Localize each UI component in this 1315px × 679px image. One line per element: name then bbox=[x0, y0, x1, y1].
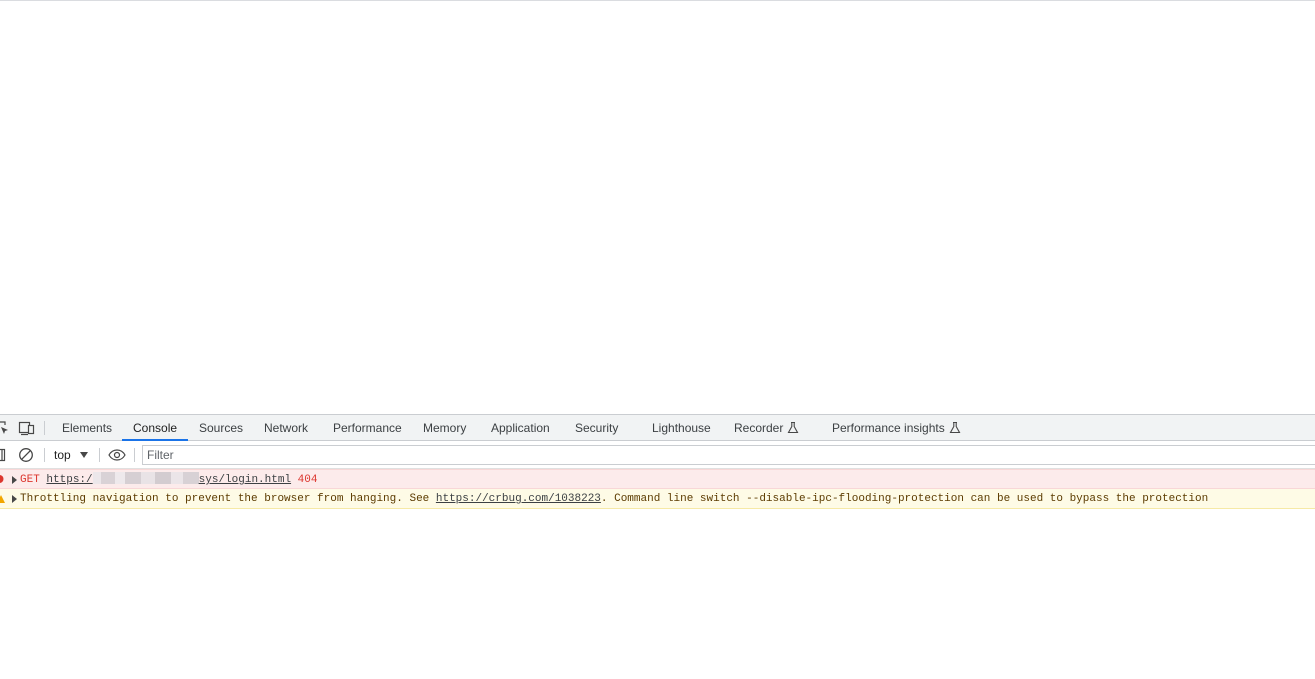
console-warning-message[interactable]: Throttling navigation to prevent the bro… bbox=[0, 489, 1315, 509]
console-filter-input[interactable] bbox=[142, 445, 1315, 465]
expand-triangle-icon[interactable] bbox=[12, 476, 17, 484]
tab-performance-insights[interactable]: Performance insights bbox=[832, 415, 961, 441]
warning-text-after: . Command line switch --disable-ipc-floo… bbox=[600, 493, 1209, 505]
live-expression-eye-icon[interactable] bbox=[108, 447, 126, 463]
page-viewport bbox=[0, 0, 1315, 414]
crbug-link[interactable]: https://crbug.com/1038223 bbox=[436, 493, 601, 505]
tab-recorder-label: Recorder bbox=[734, 421, 784, 435]
tab-recorder[interactable]: Recorder bbox=[734, 415, 799, 441]
warning-message-text: Throttling navigation to prevent the bro… bbox=[20, 489, 1209, 508]
sidebar-toggle-icon[interactable] bbox=[0, 447, 6, 463]
tab-application[interactable]: Application bbox=[491, 415, 550, 441]
request-method: GET bbox=[20, 474, 40, 486]
devtools-panel: Elements Console Sources Network Perform… bbox=[0, 414, 1315, 679]
console-error-message[interactable]: GET https:/ sys/login.html 404 bbox=[0, 469, 1315, 489]
warning-icon bbox=[0, 495, 5, 503]
tab-network[interactable]: Network bbox=[264, 415, 308, 441]
redacted-url-part bbox=[92, 472, 199, 485]
clear-console-icon[interactable] bbox=[18, 447, 34, 463]
inspect-element-icon[interactable] bbox=[0, 420, 10, 436]
devtools-tabbar: Elements Console Sources Network Perform… bbox=[0, 414, 1315, 441]
error-message-text: GET https:/ sys/login.html 404 bbox=[20, 470, 318, 488]
error-icon bbox=[0, 475, 4, 483]
device-toolbar-icon[interactable] bbox=[18, 420, 36, 436]
experiment-flask-icon bbox=[787, 421, 799, 433]
console-messages: GET https:/ sys/login.html 404 Throttling… bbox=[0, 469, 1315, 679]
expand-triangle-icon[interactable] bbox=[12, 495, 17, 503]
tab-memory[interactable]: Memory bbox=[423, 415, 466, 441]
request-url-link[interactable]: https:/ sys/login.html bbox=[46, 472, 292, 486]
experiment-flask-icon bbox=[949, 421, 961, 433]
toolbar-separator bbox=[44, 448, 45, 462]
tab-sources[interactable]: Sources bbox=[199, 415, 243, 441]
tab-console[interactable]: Console bbox=[133, 415, 177, 441]
tabbar-separator bbox=[44, 421, 45, 435]
response-status: 404 bbox=[297, 474, 318, 486]
warning-text-before: Throttling navigation to prevent the bro… bbox=[20, 493, 436, 505]
tab-performance-insights-label: Performance insights bbox=[832, 421, 945, 435]
request-url-prefix: https:/ bbox=[46, 474, 93, 486]
context-dropdown-arrow-icon[interactable] bbox=[80, 452, 88, 458]
tab-elements[interactable]: Elements bbox=[62, 415, 112, 441]
console-toolbar: top bbox=[0, 441, 1315, 469]
toolbar-separator bbox=[134, 448, 135, 462]
context-selector[interactable]: top bbox=[54, 441, 71, 468]
toolbar-separator bbox=[99, 448, 100, 462]
request-url-suffix: sys/login.html bbox=[198, 474, 292, 486]
tab-security[interactable]: Security bbox=[575, 415, 618, 441]
tab-performance[interactable]: Performance bbox=[333, 415, 402, 441]
tab-lighthouse[interactable]: Lighthouse bbox=[652, 415, 711, 441]
